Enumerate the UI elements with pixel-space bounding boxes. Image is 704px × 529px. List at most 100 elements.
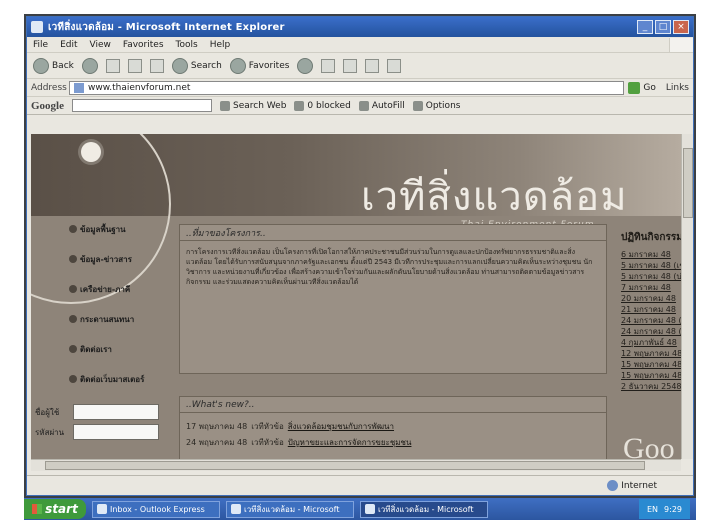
security-zone: Internet bbox=[607, 480, 687, 491]
whats-new-item: 24 พฤษภาคม 48 เวทีหัวข้อ ปัญหาขยะและการจ… bbox=[186, 438, 412, 448]
bullet-icon bbox=[69, 255, 77, 263]
links-button[interactable]: Links bbox=[666, 83, 689, 93]
scroll-thumb[interactable] bbox=[45, 461, 645, 470]
forward-button[interactable] bbox=[81, 57, 98, 74]
bullet-icon bbox=[69, 285, 77, 293]
refresh-button[interactable] bbox=[127, 58, 142, 73]
search-icon bbox=[171, 57, 188, 74]
home-button[interactable] bbox=[149, 58, 164, 73]
globe-icon bbox=[607, 480, 619, 491]
calendar-link[interactable]: 21 มกราคม 48 bbox=[621, 304, 677, 315]
nav-item-webboard[interactable]: กระดานสนทนา bbox=[69, 304, 165, 334]
forward-arrow-icon bbox=[81, 57, 98, 74]
sun-icon bbox=[81, 142, 101, 162]
edit-button[interactable] bbox=[365, 58, 380, 73]
vertical-scrollbar[interactable] bbox=[681, 134, 693, 459]
browser-window: เวทีสิ่งแวดล้อม - Microsoft Internet Exp… bbox=[26, 16, 694, 496]
whats-new-link[interactable]: สิ่งแวดล้อมชุมชนกับการพัฒนา bbox=[288, 422, 394, 432]
title-bar[interactable]: เวทีสิ่งแวดล้อม - Microsoft Internet Exp… bbox=[27, 17, 693, 37]
calendar-header: ปฏิทินกิจกรรม bbox=[621, 232, 681, 243]
search-button[interactable]: Search bbox=[171, 57, 222, 74]
google-search-input[interactable] bbox=[72, 99, 212, 112]
bullet-icon bbox=[69, 225, 77, 233]
nav-item-basic-info[interactable]: ข้อมูลพื้นฐาน bbox=[69, 214, 165, 244]
go-arrow-icon bbox=[628, 81, 641, 94]
history-button[interactable] bbox=[297, 57, 314, 74]
stop-icon bbox=[105, 58, 120, 73]
calendar-link[interactable]: 2 ธันวาคม 2548 bbox=[621, 381, 681, 392]
maximize-button[interactable]: □ bbox=[655, 20, 671, 34]
print-button[interactable] bbox=[343, 58, 358, 73]
menu-tools[interactable]: Tools bbox=[176, 40, 198, 50]
username-input[interactable] bbox=[73, 404, 159, 420]
taskbar-item[interactable]: เวทีสิ่งแวดล้อม - Microsoft bbox=[226, 500, 354, 518]
nav-item-network[interactable]: เครือข่าย-ภาคี bbox=[69, 274, 165, 304]
taskbar-item-active[interactable]: เวทีสิ่งแวดล้อม - Microsoft bbox=[360, 500, 488, 518]
address-url: www.thaienvforum.net bbox=[88, 82, 191, 93]
address-label: Address bbox=[31, 82, 67, 93]
calendar-link[interactable]: 6 มกราคม 48 bbox=[621, 249, 677, 260]
calendar-link[interactable]: 7 มกราคม 48 bbox=[621, 282, 677, 293]
mail-button[interactable] bbox=[321, 58, 336, 73]
google-toolbar: Google Search Web 0 blocked AutoFill Opt… bbox=[27, 97, 693, 115]
windows-flag-icon bbox=[669, 37, 693, 52]
outlook-icon bbox=[97, 504, 107, 514]
close-button[interactable]: × bbox=[673, 20, 689, 34]
minimize-button[interactable]: _ bbox=[637, 20, 653, 34]
address-bar: Address www.thaienvforum.net Go Links bbox=[27, 79, 693, 97]
menu-file[interactable]: File bbox=[33, 40, 48, 50]
calendar-link[interactable]: 5 มกราคม 48 (เช้า) bbox=[621, 260, 681, 271]
bullet-icon bbox=[69, 375, 77, 383]
calendar-link[interactable]: 12 พฤษภาคม 48 bbox=[621, 348, 681, 359]
calendar-link[interactable]: 24 มกราคม 48 (บ่าย) bbox=[621, 326, 681, 337]
password-label: รหัสผ่าน bbox=[35, 427, 65, 437]
address-input[interactable]: www.thaienvforum.net bbox=[69, 80, 625, 95]
menu-view[interactable]: View bbox=[90, 40, 111, 50]
calendar-link[interactable]: 20 มกราคม 48 bbox=[621, 293, 677, 304]
calendar-link[interactable]: 4 กุมภาพันธ์ 48 bbox=[621, 337, 677, 348]
site-header: เวทีสิ่งแวดล้อม bbox=[31, 134, 681, 304]
menu-favorites[interactable]: Favorites bbox=[123, 40, 164, 50]
go-button[interactable]: Go bbox=[628, 81, 656, 94]
calendar-link[interactable]: 24 มกราคม 48 (เช้า) bbox=[621, 315, 681, 326]
binoculars-icon bbox=[220, 100, 230, 111]
start-button[interactable]: start bbox=[24, 499, 86, 519]
refresh-icon bbox=[127, 58, 142, 73]
horizontal-scrollbar[interactable] bbox=[31, 459, 681, 471]
taskbar-item[interactable]: Inbox - Outlook Express bbox=[92, 500, 220, 518]
google-logo: Goo bbox=[623, 432, 675, 459]
messenger-button[interactable] bbox=[387, 58, 402, 73]
standard-toolbar: Back Search Favorites bbox=[27, 53, 693, 79]
language-indicator[interactable]: EN bbox=[647, 505, 658, 514]
blocker-icon bbox=[294, 100, 305, 111]
password-input[interactable] bbox=[73, 424, 159, 440]
back-button[interactable]: Back bbox=[33, 57, 74, 74]
username-label: ชื่อผู้ใช้ bbox=[35, 407, 60, 417]
menu-edit[interactable]: Edit bbox=[60, 40, 77, 50]
autofill-button[interactable]: AutoFill bbox=[358, 100, 405, 111]
activity-calendar: ปฏิทินกิจกรรม 6 มกราคม 48 5 มกราคม 48 (เ… bbox=[621, 230, 681, 392]
calendar-link[interactable]: 15 พฤษภาคม 48 (1) bbox=[621, 359, 681, 370]
bullet-icon bbox=[69, 315, 77, 323]
home-icon bbox=[149, 58, 164, 73]
nav-item-webmaster[interactable]: ติดต่อเว็บมาสเตอร์ bbox=[69, 364, 165, 394]
nav-item-contact[interactable]: ติดต่อเรา bbox=[69, 334, 165, 364]
calendar-link[interactable]: 5 มกราคม 48 (บ่าย) bbox=[621, 271, 681, 282]
taskbar: start Inbox - Outlook Express เวทีสิ่งแว… bbox=[24, 498, 696, 520]
popup-blocker-button[interactable]: 0 blocked bbox=[294, 100, 351, 111]
options-button[interactable]: Options bbox=[412, 100, 460, 111]
back-arrow-icon bbox=[33, 57, 49, 74]
calendar-link[interactable]: 15 พฤษภาคม 48 (2) bbox=[621, 370, 681, 381]
search-web-button[interactable]: Search Web bbox=[220, 100, 286, 111]
ie-icon bbox=[31, 21, 43, 33]
google-toolbar-logo[interactable]: Google bbox=[31, 100, 64, 112]
menu-help[interactable]: Help bbox=[210, 40, 231, 50]
menu-bar: File Edit View Favorites Tools Help bbox=[27, 37, 693, 53]
scroll-thumb[interactable] bbox=[683, 148, 693, 218]
panel-header: ..ที่มาของโครงการ.. bbox=[180, 225, 606, 241]
favorites-button[interactable]: Favorites bbox=[229, 57, 289, 74]
nav-item-news[interactable]: ข้อมูล-ข่าวสาร bbox=[69, 244, 165, 274]
stop-button[interactable] bbox=[105, 58, 120, 73]
system-tray: EN 9:29 bbox=[638, 499, 690, 519]
whats-new-link[interactable]: ปัญหาขยะและการจัดการขยะชุมชน bbox=[288, 438, 412, 448]
